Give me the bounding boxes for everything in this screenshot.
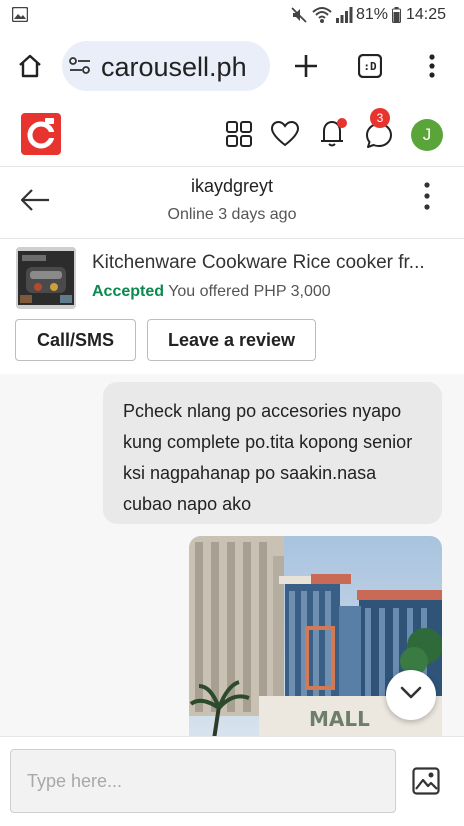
clock-time: 14:25 xyxy=(406,6,447,23)
message-input[interactable] xyxy=(10,749,396,813)
message-composer xyxy=(0,736,464,826)
mall-sign-text: MALL xyxy=(309,707,370,731)
offer-line: Accepted You offered PHP 3,000 xyxy=(92,283,331,301)
new-tab-icon[interactable] xyxy=(293,53,319,84)
heart-icon[interactable] xyxy=(270,120,300,152)
offer-status-badge: Accepted xyxy=(92,283,165,300)
chat-header: ikaydgreyt Online 3 days ago xyxy=(0,166,464,239)
battery-percent: 81% xyxy=(356,6,389,23)
notifications-bell-icon[interactable] xyxy=(318,117,348,154)
categories-grid-icon[interactable] xyxy=(226,121,252,152)
carousell-logo-icon[interactable] xyxy=(21,113,61,160)
browser-menu-icon[interactable] xyxy=(429,54,435,83)
message-bubble[interactable]: Pcheck nlang po accesories nyapo kung co… xyxy=(103,382,442,524)
scroll-down-button[interactable] xyxy=(386,670,436,720)
online-status: Online 3 days ago xyxy=(167,206,297,223)
chat-messages: Pcheck nlang po accesories nyapo kung co… xyxy=(0,374,464,736)
avatar[interactable]: J xyxy=(411,119,443,151)
chevron-down-icon xyxy=(400,686,422,705)
browser-toolbar: carousell.ph :D xyxy=(0,30,464,105)
gallery-icon xyxy=(11,6,29,27)
product-title[interactable]: Kitchenware Cookware Rice cooker fr... xyxy=(92,252,452,274)
product-thumbnail[interactable] xyxy=(16,247,76,309)
attach-image-icon[interactable] xyxy=(412,767,440,800)
signal-icon xyxy=(335,6,353,29)
svg-text::D: :D xyxy=(363,60,377,73)
site-settings-icon[interactable] xyxy=(69,56,91,81)
url-text[interactable]: carousell.ph xyxy=(101,52,271,83)
app-header: 3 J xyxy=(0,104,464,167)
chat-username[interactable]: ikaydgreyt xyxy=(0,176,464,197)
call-sms-button[interactable]: Call/SMS xyxy=(15,319,136,361)
chat-options-icon[interactable] xyxy=(424,182,430,215)
leave-review-button[interactable]: Leave a review xyxy=(147,319,316,361)
battery-icon xyxy=(392,7,401,28)
chat-unread-badge: 3 xyxy=(370,108,390,128)
tab-switcher-icon[interactable]: :D xyxy=(357,53,383,83)
home-icon[interactable] xyxy=(17,53,43,84)
wifi-icon xyxy=(312,6,332,29)
offer-amount-text: You offered PHP 3,000 xyxy=(168,283,331,300)
status-bar: 81% 14:25 xyxy=(0,0,464,30)
mute-icon xyxy=(290,6,308,29)
listing-panel: Kitchenware Cookware Rice cooker fr... A… xyxy=(0,238,464,375)
